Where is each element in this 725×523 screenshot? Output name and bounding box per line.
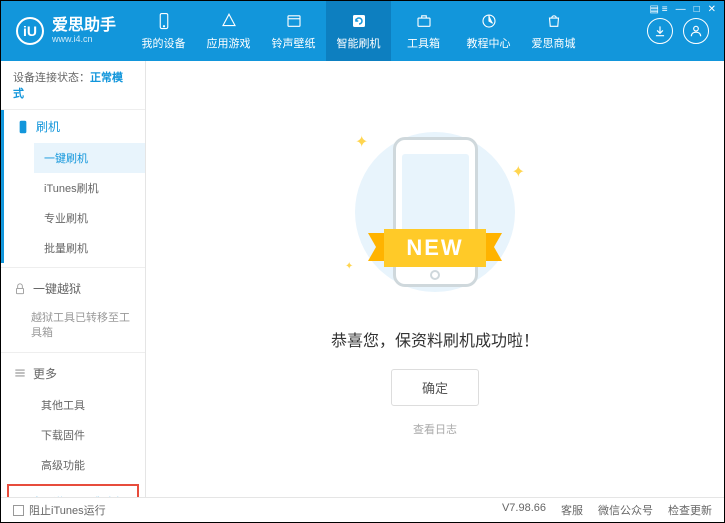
section-title: 一键越狱 (33, 280, 81, 297)
checkbox-label: 自动激活 (31, 494, 68, 497)
nav-label: 工具箱 (407, 35, 440, 51)
sidebar-jailbreak-header[interactable]: 一键越狱 (1, 272, 145, 305)
new-banner: NEW (384, 229, 485, 267)
user-button[interactable] (683, 18, 709, 44)
check-update-link[interactable]: 检查更新 (668, 502, 712, 518)
wechat-link[interactable]: 微信公众号 (598, 502, 653, 518)
section-title: 更多 (33, 365, 57, 382)
view-log-link[interactable]: 查看日志 (413, 421, 457, 437)
logo-icon: iU (16, 17, 44, 45)
sidebar-item-oneclick-flash[interactable]: 一键刷机 (34, 143, 145, 173)
main-content: ✦ ✦ ✦ NEW 恭喜您，保资料刷机成功啦！ 确定 查看日志 (146, 61, 724, 497)
lock-icon (13, 282, 27, 296)
sidebar-item-itunes-flash[interactable]: iTunes刷机 (34, 173, 145, 203)
footer: 阻止iTunes运行 V7.98.66 客服 微信公众号 检查更新 (1, 497, 724, 522)
version-label: V7.98.66 (502, 502, 546, 518)
block-itunes-checkbox[interactable]: 阻止iTunes运行 (13, 502, 106, 518)
checkbox-label: 阻止iTunes运行 (29, 502, 106, 518)
list-icon (13, 366, 27, 380)
nav-label: 智能刷机 (337, 35, 381, 51)
success-illustration: ✦ ✦ ✦ NEW (325, 122, 545, 302)
phone-icon (16, 120, 30, 134)
nav-tutorials[interactable]: 教程中心 (456, 1, 521, 61)
app-url: www.i4.cn (52, 34, 116, 44)
success-message: 恭喜您，保资料刷机成功啦！ (331, 327, 539, 351)
nav-label: 我的设备 (142, 35, 186, 51)
sidebar-more-header[interactable]: 更多 (1, 357, 145, 390)
main-nav: 我的设备 应用游戏 铃声壁纸 智能刷机 工具箱 教程中心 爱思商城 (131, 1, 647, 61)
nav-label: 应用游戏 (207, 35, 251, 51)
refresh-icon (349, 11, 369, 31)
jailbreak-note: 越狱工具已转移至工具箱 (1, 305, 145, 348)
sidebar-item-advanced[interactable]: 高级功能 (31, 450, 145, 480)
nav-toolbox[interactable]: 工具箱 (391, 1, 456, 61)
banner-text: NEW (384, 229, 485, 267)
phone-icon (154, 11, 174, 31)
app-title: 爱思助手 (52, 18, 116, 34)
nav-shop[interactable]: 爱思商城 (521, 1, 586, 61)
checkbox-skip-guide[interactable]: ✓ 跳过向导 (78, 494, 127, 497)
checkbox-auto-activate[interactable]: ✓ 自动激活 (19, 494, 68, 497)
logo-area: iU 爱思助手 www.i4.cn (1, 17, 131, 45)
sidebar-item-download-fw[interactable]: 下载固件 (31, 420, 145, 450)
download-button[interactable] (647, 18, 673, 44)
sidebar: 设备连接状态：正常模式 刷机 一键刷机 iTunes刷机 专业刷机 批量刷机 一… (1, 61, 146, 497)
checkbox-group: ✓ 自动激活 ✓ 跳过向导 (7, 484, 139, 497)
shop-icon (544, 11, 564, 31)
sidebar-item-batch-flash[interactable]: 批量刷机 (34, 233, 145, 263)
minimize-icon[interactable]: — (676, 4, 686, 15)
nav-ringtones[interactable]: 铃声壁纸 (261, 1, 326, 61)
app-header: ▤ ≡ — □ ✕ iU 爱思助手 www.i4.cn 我的设备 应用游戏 铃声… (1, 1, 724, 61)
confirm-button[interactable]: 确定 (391, 369, 479, 406)
nav-apps[interactable]: 应用游戏 (196, 1, 261, 61)
sidebar-flash-header[interactable]: 刷机 (4, 110, 145, 143)
wallpaper-icon (284, 11, 304, 31)
book-icon (479, 11, 499, 31)
service-link[interactable]: 客服 (561, 502, 583, 518)
close-icon[interactable]: ✕ (708, 4, 716, 15)
connection-status: 设备连接状态：正常模式 (1, 61, 145, 110)
toolbox-icon (414, 11, 434, 31)
apps-icon (219, 11, 239, 31)
conn-label: 设备连接状态： (13, 72, 90, 84)
header-actions (647, 18, 724, 44)
checkbox-icon (13, 505, 24, 516)
window-controls: ▤ ≡ — □ ✕ (650, 4, 717, 15)
nav-flash[interactable]: 智能刷机 (326, 1, 391, 61)
sidebar-item-other-tools[interactable]: 其他工具 (31, 390, 145, 420)
section-title: 刷机 (36, 118, 60, 135)
nav-label: 爱思商城 (532, 35, 576, 51)
nav-my-device[interactable]: 我的设备 (131, 1, 196, 61)
menu-icon[interactable]: ▤ ≡ (650, 4, 668, 15)
checkbox-label: 跳过向导 (90, 494, 127, 497)
maximize-icon[interactable]: □ (694, 4, 700, 15)
nav-label: 铃声壁纸 (272, 35, 316, 51)
nav-label: 教程中心 (467, 35, 511, 51)
sidebar-item-pro-flash[interactable]: 专业刷机 (34, 203, 145, 233)
